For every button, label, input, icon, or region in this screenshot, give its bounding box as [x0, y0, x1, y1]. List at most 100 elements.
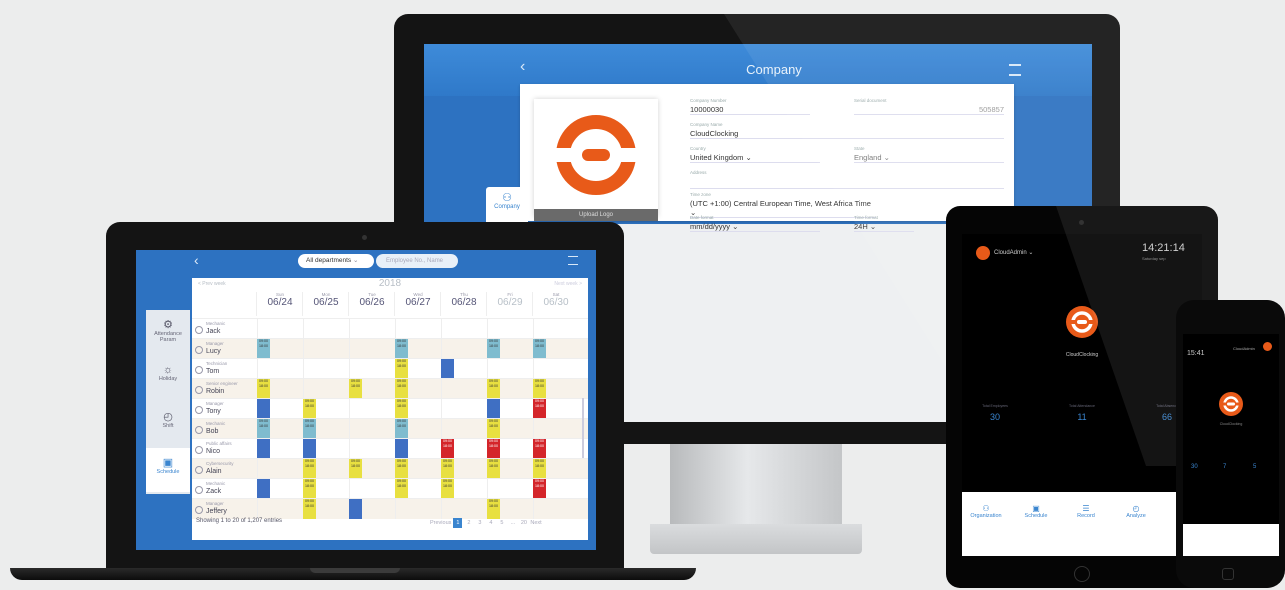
row-select-radio[interactable] [195, 446, 203, 454]
shift-cell[interactable]: 09:00 18:00 [441, 459, 454, 479]
table-row[interactable]: Mechanic Bob 09:00 18:00 09:00 18:00 09:00 1… [192, 418, 588, 439]
home-button[interactable] [1222, 568, 1234, 580]
empty-cell[interactable] [349, 419, 363, 439]
table-row[interactable]: Senior engineer Robin 09:00 18:00 09:00 18:… [192, 378, 588, 399]
back-arrow-icon[interactable]: ‹ [194, 252, 199, 268]
nav-item[interactable]: ⚇ Organization [962, 504, 1010, 519]
nav-item[interactable]: ☰ Record [1062, 504, 1110, 519]
time-zone-select[interactable]: (UTC +1:00) Central European Time, West … [690, 199, 876, 218]
empty-cell[interactable] [349, 359, 363, 379]
shift-cell[interactable]: 09:00 18:00 [487, 499, 500, 519]
company-number-field[interactable]: 10000030 [690, 105, 810, 115]
shift-cell[interactable]: 09:00 18:00 [349, 459, 362, 479]
nav-item[interactable]: ◴ Analyze [1112, 504, 1160, 519]
phone-user[interactable]: CloudAdmin [1233, 346, 1255, 351]
empty-cell[interactable] [303, 359, 317, 379]
serial-field[interactable]: 505857 [854, 105, 1004, 115]
shift-cell[interactable] [257, 479, 270, 499]
company-logo[interactable] [534, 99, 658, 217]
empty-cell[interactable] [533, 359, 547, 379]
shift-cell[interactable]: 09:00 18:00 [533, 399, 546, 419]
state-select[interactable]: England ⌄ [854, 153, 1004, 163]
table-row[interactable]: Manager Tony 09:00 18:00 09:00 18:00 09:00 1… [192, 398, 588, 419]
shift-cell[interactable]: 09:00 18:00 [533, 479, 546, 499]
shift-cell[interactable]: 09:00 18:00 [349, 379, 362, 399]
shift-cell[interactable]: 09:00 18:00 [257, 339, 270, 359]
table-row[interactable]: Technician Tom 09:00 18:00 [192, 358, 588, 379]
shift-cell[interactable]: 09:00 18:00 [303, 499, 316, 519]
shift-cell[interactable]: 09:00 18:00 [533, 459, 546, 479]
shift-cell[interactable] [487, 399, 500, 419]
row-select-radio[interactable] [195, 466, 203, 474]
shift-cell[interactable]: 09:00 18:00 [395, 379, 408, 399]
shift-cell[interactable]: 09:00 18:00 [395, 459, 408, 479]
row-select-radio[interactable] [195, 486, 203, 494]
page-button[interactable]: 3 [475, 518, 484, 528]
shift-cell[interactable] [349, 499, 362, 519]
row-select-radio[interactable] [195, 406, 203, 414]
nav-item[interactable]: ▣ Schedule [1012, 504, 1060, 519]
empty-cell[interactable] [349, 319, 363, 339]
row-select-radio[interactable] [195, 326, 203, 334]
empty-cell[interactable] [257, 499, 271, 519]
department-select[interactable]: All departments ⌄ [298, 254, 374, 268]
empty-cell[interactable] [533, 499, 547, 519]
upload-logo-button[interactable]: Upload Logo [534, 209, 658, 221]
row-select-radio[interactable] [195, 366, 203, 374]
row-select-radio[interactable] [195, 346, 203, 354]
empty-cell[interactable] [257, 359, 271, 379]
shift-cell[interactable]: 09:00 18:00 [303, 419, 316, 439]
prev-week-button[interactable]: < Prev week [198, 281, 226, 287]
sidebar-item-shift[interactable]: ◴ Shift [146, 402, 190, 446]
table-row[interactable]: Manager Jeffery 09:00 18:00 09:00 18:00 [192, 498, 588, 519]
row-select-radio[interactable] [195, 506, 203, 514]
sidebar-item-schedule[interactable]: ▣ Schedule [146, 448, 190, 492]
empty-cell[interactable] [349, 339, 363, 359]
avatar[interactable] [1263, 342, 1272, 351]
empty-cell[interactable] [533, 319, 547, 339]
shift-cell[interactable]: 09:00 18:00 [303, 399, 316, 419]
shift-cell[interactable]: 09:00 18:00 [533, 439, 546, 459]
empty-cell[interactable] [303, 379, 317, 399]
shift-cell[interactable]: 09:00 18:00 [395, 479, 408, 499]
shift-cell[interactable]: 09:00 18:00 [303, 459, 316, 479]
home-button[interactable] [1074, 566, 1090, 582]
shift-cell[interactable]: 09:00 18:00 [257, 419, 270, 439]
table-row[interactable]: Mechanic Zack 09:00 18:00 09:00 18:00 09:00 … [192, 478, 588, 499]
empty-cell[interactable] [533, 419, 547, 439]
shift-cell[interactable]: 09:00 18:00 [533, 379, 546, 399]
empty-cell[interactable] [441, 499, 455, 519]
shift-cell[interactable]: 09:00 18:00 [487, 459, 500, 479]
page-button[interactable]: 5 [497, 518, 506, 528]
empty-cell[interactable] [303, 339, 317, 359]
menu-icon[interactable] [568, 256, 578, 265]
user-name[interactable]: CloudAdmin ⌄ [994, 249, 1033, 256]
page-button[interactable]: 4 [486, 518, 495, 528]
date-format-select[interactable]: mm/dd/yyyy ⌄ [690, 222, 820, 232]
empty-cell[interactable] [257, 459, 271, 479]
company-name-field[interactable]: CloudClocking [690, 129, 1004, 139]
shift-cell[interactable]: 09:00 18:00 [441, 439, 454, 459]
sidebar-item-company[interactable]: ⚇ Company [486, 187, 528, 225]
empty-cell[interactable] [303, 319, 317, 339]
page-button[interactable]: 20 [519, 518, 528, 528]
empty-cell[interactable] [395, 499, 409, 519]
scrollbar[interactable] [582, 398, 584, 458]
page-button[interactable]: 2 [464, 518, 473, 528]
page-button[interactable]: ... [508, 518, 517, 528]
table-row[interactable]: Manager Lucy 09:00 18:00 09:00 18:00 09:00 1… [192, 338, 588, 359]
shift-cell[interactable]: 09:00 18:00 [487, 419, 500, 439]
empty-cell[interactable] [441, 339, 455, 359]
shift-cell[interactable]: 09:00 18:00 [533, 339, 546, 359]
shift-cell[interactable]: 09:00 18:00 [441, 479, 454, 499]
shift-cell[interactable] [257, 399, 270, 419]
shift-cell[interactable] [257, 439, 270, 459]
empty-cell[interactable] [487, 359, 501, 379]
shift-cell[interactable]: 09:00 18:00 [395, 419, 408, 439]
shift-cell[interactable]: 09:00 18:00 [303, 479, 316, 499]
time-format-select[interactable]: 24H ⌄ [854, 222, 914, 232]
page-button[interactable]: Next [530, 518, 541, 528]
country-select[interactable]: United Kingdom ⌄ [690, 153, 820, 163]
empty-cell[interactable] [395, 319, 409, 339]
empty-cell[interactable] [349, 479, 363, 499]
